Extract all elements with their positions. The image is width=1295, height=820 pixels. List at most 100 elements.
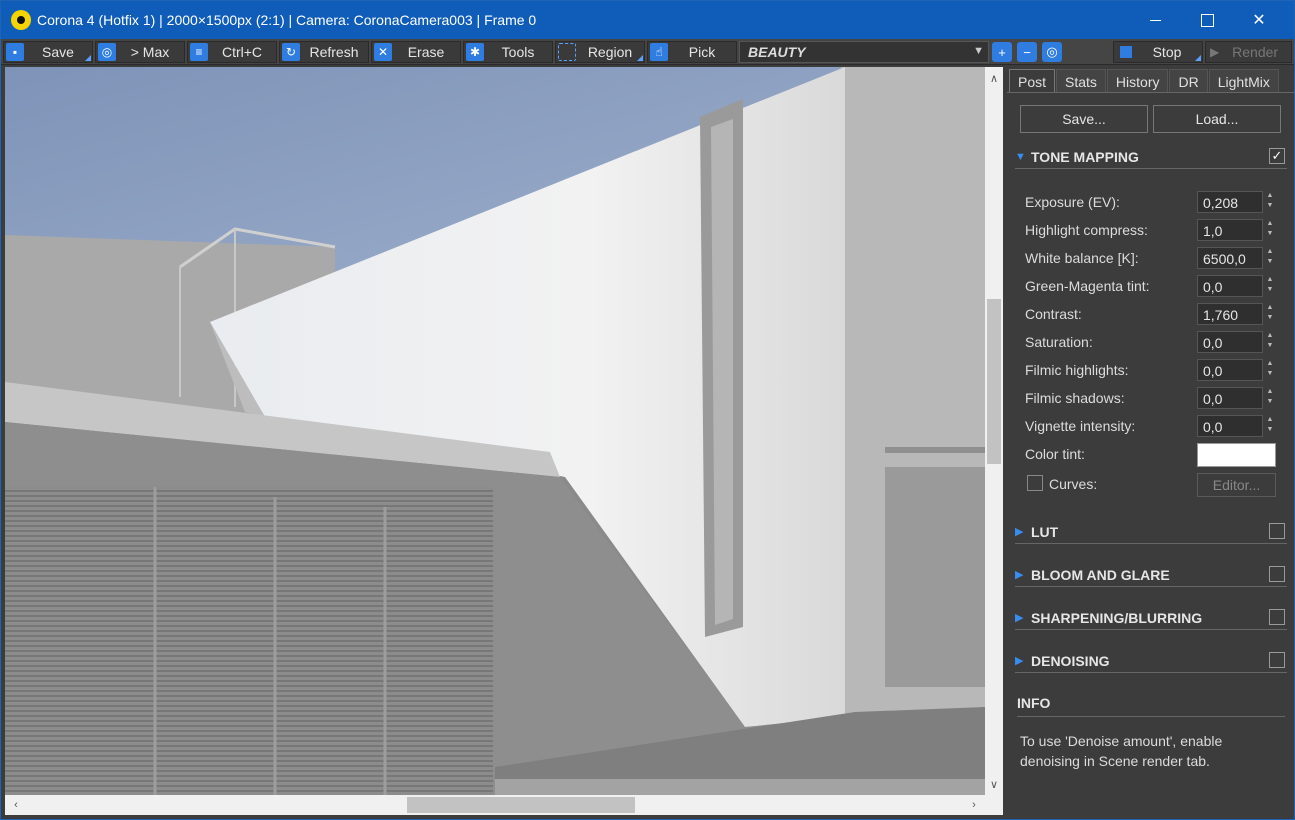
refresh-icon: ↻	[282, 43, 300, 61]
stop-square-icon	[1120, 46, 1132, 58]
param-contrast: Contrast: 1,760 ▲ ▼	[1025, 303, 1275, 325]
spinner-arrows-icon[interactable]: ▲ ▼	[1265, 303, 1275, 325]
copy-button[interactable]: ≡ Ctrl+C	[187, 41, 277, 63]
chevron-down-icon: ▼	[973, 45, 984, 57]
scroll-left-icon[interactable]: ‹	[7, 796, 25, 814]
color-tint-swatch[interactable]	[1197, 443, 1276, 467]
param-curves: Curves: Editor...	[1025, 473, 1283, 497]
region-select-icon	[558, 43, 576, 61]
exposure-input[interactable]: 0,208	[1197, 191, 1263, 213]
maximize-button[interactable]	[1181, 1, 1233, 39]
info-header: INFO	[1017, 695, 1285, 717]
dropdown-corner-icon	[637, 55, 643, 61]
render-channel-select[interactable]: BEAUTY ▼	[739, 41, 989, 63]
collapse-triangle-icon: ▶	[1015, 612, 1024, 624]
vignette-intensity-input[interactable]: 0,0	[1197, 415, 1263, 437]
post-load-button[interactable]: Load...	[1153, 105, 1281, 133]
window-title: Corona 4 (Hotfix 1) | 2000×1500px (2:1) …	[37, 12, 537, 28]
tab-history[interactable]: History	[1106, 69, 1169, 93]
highlight-compress-input[interactable]: 1,0	[1197, 219, 1263, 241]
render-viewport[interactable]	[5, 67, 985, 795]
stop-button[interactable]: Stop	[1113, 41, 1203, 63]
spinner-arrows-icon[interactable]: ▲ ▼	[1265, 275, 1275, 297]
saturation-input[interactable]: 0,0	[1197, 331, 1263, 353]
param-green-magenta-tint: Green-Magenta tint: 0,0 ▲ ▼	[1025, 275, 1275, 297]
minimize-button[interactable]	[1129, 1, 1181, 39]
bloom-glare-header[interactable]: ▶ BLOOM AND GLARE	[1015, 563, 1287, 587]
tone-mapping-header[interactable]: ▼ TONE MAPPING ✓	[1015, 145, 1287, 169]
spinner-arrows-icon[interactable]: ▲ ▼	[1265, 331, 1275, 353]
tab-post[interactable]: Post	[1009, 69, 1056, 93]
title-bar: Corona 4 (Hotfix 1) | 2000×1500px (2:1) …	[1, 1, 1294, 39]
expand-triangle-icon: ▼	[1015, 150, 1026, 163]
param-saturation: Saturation: 0,0 ▲ ▼	[1025, 331, 1275, 353]
tab-lightmix[interactable]: LightMix	[1208, 69, 1279, 93]
curves-editor-button[interactable]: Editor...	[1197, 473, 1276, 497]
contrast-input[interactable]: 1,760	[1197, 303, 1263, 325]
bloom-glare-enable-checkbox[interactable]	[1269, 566, 1285, 582]
info-text: To use 'Denoise amount', enable denoisin…	[1020, 733, 1223, 769]
filmic-shadows-input[interactable]: 0,0	[1197, 387, 1263, 409]
spinner-arrows-icon[interactable]: ▲ ▼	[1265, 387, 1275, 409]
curves-checkbox[interactable]	[1027, 475, 1043, 491]
param-exposure: Exposure (EV): 0,208 ▲ ▼	[1025, 191, 1275, 213]
scroll-right-icon[interactable]: ›	[965, 796, 983, 814]
scroll-down-icon[interactable]: ∨	[985, 775, 1003, 793]
horizontal-scrollbar[interactable]: ‹ ›	[5, 795, 985, 815]
sharpening-blurring-header[interactable]: ▶ SHARPENING/BLURRING	[1015, 606, 1287, 630]
collapse-triangle-icon: ▶	[1015, 655, 1024, 667]
pick-button[interactable]: ☝ Pick	[647, 41, 737, 63]
erase-button[interactable]: ✕ Erase	[371, 41, 461, 63]
close-button[interactable]: ✕	[1233, 1, 1285, 39]
floppy-disk-icon: ▪	[6, 43, 24, 61]
collapse-triangle-icon: ▶	[1015, 526, 1024, 538]
spinner-arrows-icon[interactable]: ▲ ▼	[1265, 247, 1275, 269]
spinner-arrows-icon[interactable]: ▲ ▼	[1265, 415, 1275, 437]
sharpening-enable-checkbox[interactable]	[1269, 609, 1285, 625]
tab-divider	[1007, 92, 1294, 93]
denoising-enable-checkbox[interactable]	[1269, 652, 1285, 668]
denoising-header[interactable]: ▶ DENOISING	[1015, 649, 1287, 673]
vertical-scroll-thumb[interactable]	[987, 299, 1001, 464]
param-highlight-compress: Highlight compress: 1,0 ▲ ▼	[1025, 219, 1275, 241]
scroll-corner	[985, 795, 1003, 815]
save-button[interactable]: ▪ Save	[3, 41, 93, 63]
refresh-button[interactable]: ↻ Refresh	[279, 41, 369, 63]
clipboard-icon: ≡	[190, 43, 208, 61]
green-magenta-tint-input[interactable]: 0,0	[1197, 275, 1263, 297]
max-logo-icon: ◎	[98, 43, 116, 61]
horizontal-scroll-thumb[interactable]	[407, 797, 635, 813]
gear-icon: ✱	[466, 43, 484, 61]
panel-tabs: Post Stats History DR LightMix	[1009, 69, 1280, 93]
lut-enable-checkbox[interactable]	[1269, 523, 1285, 539]
zoom-out-icon[interactable]: −	[1017, 42, 1037, 62]
post-save-button[interactable]: Save...	[1020, 105, 1148, 133]
param-vignette-intensity: Vignette intensity: 0,0 ▲ ▼	[1025, 415, 1275, 437]
zoom-fit-icon[interactable]: ◎	[1042, 42, 1062, 62]
tab-stats[interactable]: Stats	[1056, 69, 1106, 93]
region-button[interactable]: Region	[555, 41, 645, 63]
param-filmic-highlights: Filmic highlights: 0,0 ▲ ▼	[1025, 359, 1275, 381]
play-triangle-icon: ▶	[1210, 45, 1220, 59]
lut-header[interactable]: ▶ LUT	[1015, 520, 1287, 544]
collapse-triangle-icon: ▶	[1015, 569, 1024, 581]
vertical-scrollbar[interactable]: ∧ ∨	[985, 67, 1003, 795]
dropdown-corner-icon	[1195, 55, 1201, 61]
param-filmic-shadows: Filmic shadows: 0,0 ▲ ▼	[1025, 387, 1275, 409]
post-panel: Post Stats History DR LightMix Save... L…	[1007, 67, 1294, 819]
vfb-toolbar: ▪ Save ◎ > Max ≡ Ctrl+C ↻ Refresh ✕ Eras…	[1, 39, 1294, 65]
send-to-max-button[interactable]: ◎ > Max	[95, 41, 185, 63]
spinner-arrows-icon[interactable]: ▲ ▼	[1265, 359, 1275, 381]
tab-dr[interactable]: DR	[1169, 69, 1208, 93]
white-balance-input[interactable]: 6500,0	[1197, 247, 1263, 269]
spinner-arrows-icon[interactable]: ▲ ▼	[1265, 219, 1275, 241]
render-button[interactable]: ▶ Render	[1205, 41, 1292, 63]
erase-x-icon: ✕	[374, 43, 392, 61]
tools-button[interactable]: ✱ Tools	[463, 41, 553, 63]
filmic-highlights-input[interactable]: 0,0	[1197, 359, 1263, 381]
rendered-image	[5, 67, 985, 795]
scroll-up-icon[interactable]: ∧	[985, 69, 1003, 87]
tone-mapping-enable-checkbox[interactable]: ✓	[1269, 148, 1285, 164]
spinner-arrows-icon[interactable]: ▲ ▼	[1265, 191, 1275, 213]
zoom-in-icon[interactable]: +	[992, 42, 1012, 62]
